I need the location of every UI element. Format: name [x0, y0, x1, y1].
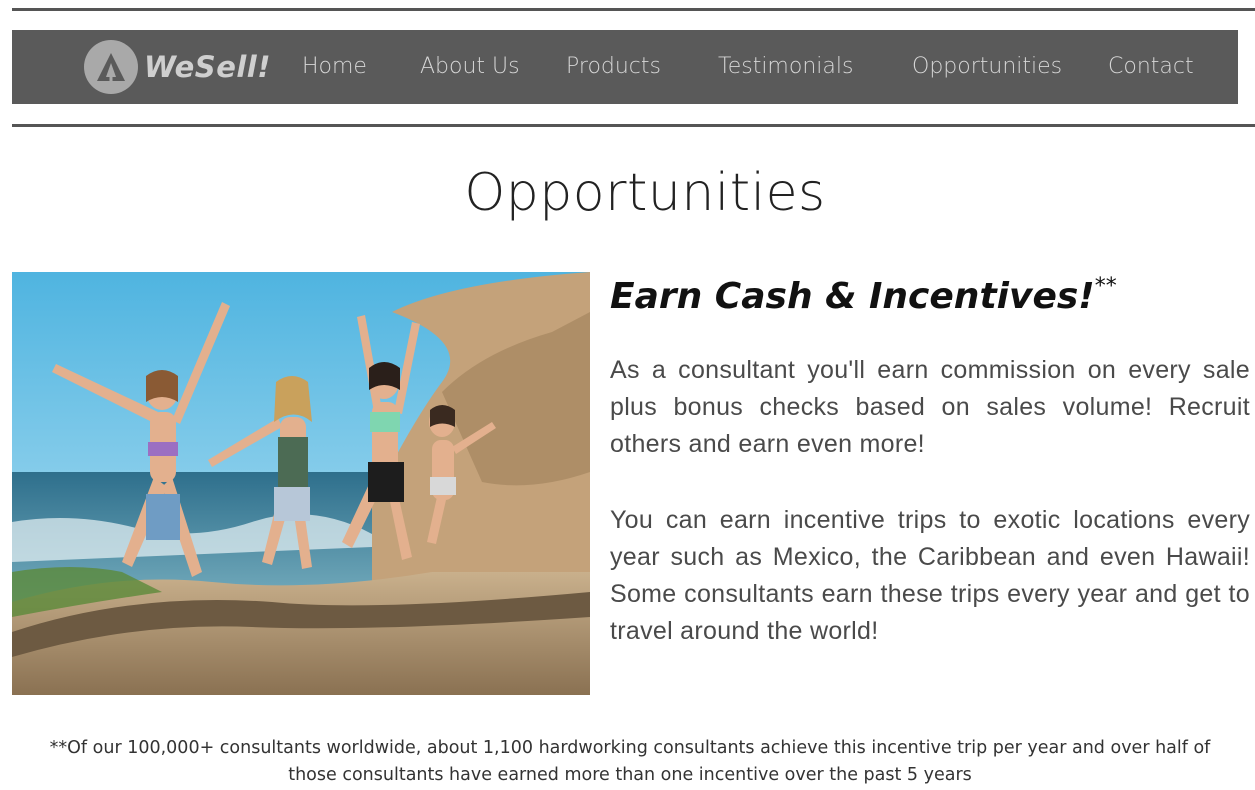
headline-footnote-mark: ** — [1094, 274, 1117, 299]
footnote: **Of our 100,000+ consultants worldwide,… — [49, 738, 1211, 785]
hero-image — [12, 272, 590, 695]
nav-item-opportunities[interactable]: Opportunities — [912, 54, 1062, 79]
nav-item-home[interactable]: Home — [302, 54, 367, 79]
tree-logo-icon — [84, 40, 138, 94]
nav-item-contact[interactable]: Contact — [1108, 54, 1194, 79]
top-divider — [12, 8, 1255, 11]
navbar: WeSell! Home About Us Products Testimoni… — [12, 30, 1238, 104]
nav-item-products[interactable]: Products — [566, 54, 661, 79]
incentive-trips-paragraph: You can earn incentive trips to exotic l… — [610, 506, 1250, 645]
nav-item-testimonials[interactable]: Testimonials — [718, 54, 853, 79]
header-divider — [12, 124, 1255, 127]
commission-paragraph: As a consultant you'll earn commission o… — [610, 356, 1250, 458]
brand-name: WeSell! — [144, 50, 271, 84]
nav-item-about-us[interactable]: About Us — [420, 54, 520, 79]
page-title: Opportunities — [464, 163, 826, 223]
headline: Earn Cash & Incentives!** — [610, 274, 1117, 317]
brand-logo[interactable]: WeSell! — [84, 40, 271, 94]
headline-text: Earn Cash & Incentives! — [610, 276, 1095, 317]
